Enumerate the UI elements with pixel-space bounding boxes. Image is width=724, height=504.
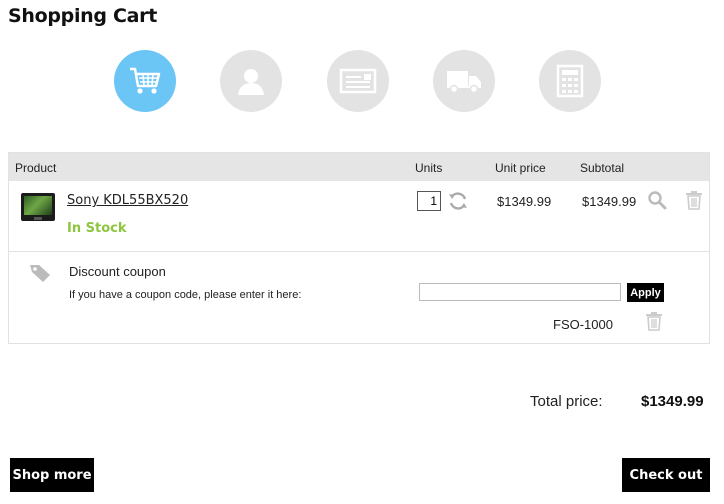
step-shipping[interactable] xyxy=(433,50,495,112)
calculator-icon xyxy=(556,64,584,98)
step-payment[interactable] xyxy=(539,50,601,112)
truck-icon xyxy=(447,71,481,94)
checkout-steps xyxy=(114,50,614,112)
cart-icon xyxy=(130,67,161,94)
cart-table: Product Units Unit price Subtotal Sony K… xyxy=(8,152,710,344)
coupon-title: Discount coupon xyxy=(69,264,166,279)
header-units: Units xyxy=(415,161,443,175)
product-thumbnail[interactable] xyxy=(21,193,55,221)
coupon-description: If you have a coupon code, please enter … xyxy=(69,289,302,301)
search-icon[interactable] xyxy=(647,190,667,210)
unit-price: $1349.99 xyxy=(497,194,552,209)
header-unit-price: Unit price xyxy=(495,161,546,175)
trash-icon[interactable] xyxy=(685,190,703,210)
user-icon xyxy=(238,69,264,95)
tag-icon xyxy=(30,265,50,282)
applied-coupon-code: FSO-1000 xyxy=(553,317,613,332)
shop-more-button[interactable]: Shop more xyxy=(10,458,94,492)
stock-status: In Stock xyxy=(67,221,127,236)
step-customer[interactable] xyxy=(220,50,282,112)
header-subtotal: Subtotal xyxy=(580,161,625,175)
refresh-icon[interactable] xyxy=(447,190,469,212)
page-title: Shopping Cart xyxy=(8,5,158,27)
row-divider xyxy=(9,251,709,252)
coupon-code-input[interactable] xyxy=(419,283,621,301)
total-price-label: Total price: xyxy=(530,393,603,410)
address-card-icon xyxy=(339,68,377,94)
apply-coupon-button[interactable]: Apply xyxy=(627,283,664,302)
remove-coupon-trash-icon[interactable] xyxy=(645,311,663,331)
product-name-link[interactable]: Sony KDL55BX520 xyxy=(67,193,188,208)
table-header: Product Units Unit price Subtotal xyxy=(9,153,709,181)
check-out-button[interactable]: Check out xyxy=(622,458,710,492)
quantity-input[interactable] xyxy=(417,191,441,211)
step-address[interactable] xyxy=(327,50,389,112)
header-product: Product xyxy=(15,161,57,175)
step-cart[interactable] xyxy=(114,50,176,112)
subtotal: $1349.99 xyxy=(582,194,637,209)
total-price-value: $1349.99 xyxy=(641,393,704,410)
